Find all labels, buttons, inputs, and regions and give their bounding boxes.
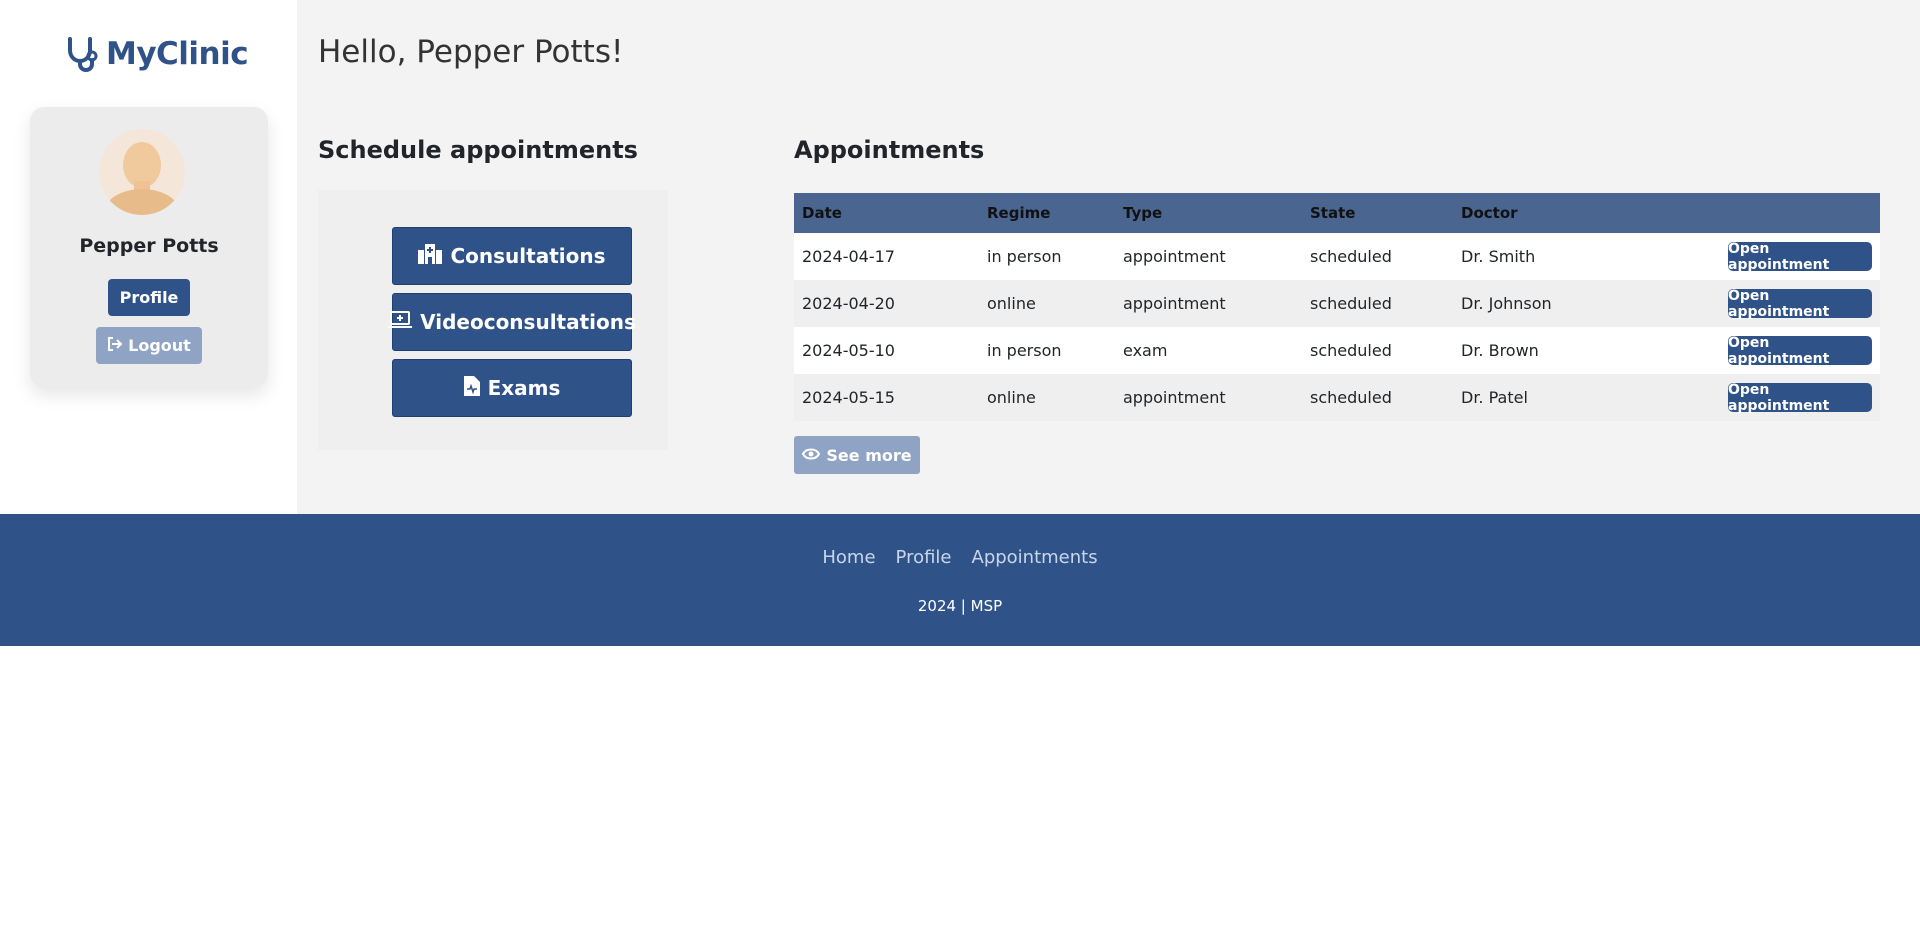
open-appointment-button[interactable]: Open appointment bbox=[1728, 335, 1872, 367]
stethoscope-icon bbox=[64, 36, 98, 72]
cell-state: scheduled bbox=[1302, 327, 1453, 374]
brand-logo[interactable]: MyClinic bbox=[64, 34, 249, 74]
cell-type: appointment bbox=[1115, 280, 1302, 327]
cell-regime: online bbox=[979, 280, 1115, 327]
column-header-type: Type bbox=[1115, 193, 1302, 233]
footer: Home Profile Appointments 2024 | MSP bbox=[0, 514, 1920, 646]
see-more-button[interactable]: See more bbox=[794, 436, 920, 474]
column-header-date: Date bbox=[794, 193, 979, 233]
cell-doctor: Dr. Brown bbox=[1453, 327, 1653, 374]
cell-action: Open appointment bbox=[1653, 327, 1880, 374]
column-header-action bbox=[1653, 193, 1880, 233]
table-row: 2024-05-10 in person exam scheduled Dr. … bbox=[794, 327, 1880, 374]
cell-action: Open appointment bbox=[1653, 280, 1880, 327]
consultations-label: Consultations bbox=[450, 244, 606, 268]
appointments-title: Appointments bbox=[794, 136, 985, 164]
cell-regime: in person bbox=[979, 233, 1115, 280]
cell-type: exam bbox=[1115, 327, 1302, 374]
footer-copyright: 2024 | MSP bbox=[917, 597, 1003, 615]
sign-out-icon bbox=[107, 336, 123, 355]
footer-link-appointments[interactable]: Appointments bbox=[972, 547, 1098, 568]
cell-doctor: Dr. Johnson bbox=[1453, 280, 1653, 327]
greeting-heading: Hello, Pepper Potts! bbox=[318, 34, 624, 70]
cell-date: 2024-05-10 bbox=[794, 327, 979, 374]
videoconsultations-button[interactable]: Videoconsultations bbox=[388, 293, 636, 351]
profile-card: Pepper Potts Profile Logout bbox=[30, 107, 268, 387]
hospital-icon bbox=[418, 243, 443, 269]
cell-doctor: Dr. Patel bbox=[1453, 374, 1653, 421]
cell-state: scheduled bbox=[1302, 233, 1453, 280]
file-medical-icon bbox=[463, 375, 480, 401]
cell-doctor: Dr. Smith bbox=[1453, 233, 1653, 280]
appointments-table: Date Regime Type State Doctor 2024-04-17… bbox=[794, 193, 1880, 421]
sidebar: MyClinic Pepper Potts Profile Logout bbox=[0, 0, 297, 514]
footer-link-profile[interactable]: Profile bbox=[896, 547, 952, 568]
table-row: 2024-04-17 in person appointment schedul… bbox=[794, 233, 1880, 280]
cell-regime: in person bbox=[979, 327, 1115, 374]
column-header-doctor: Doctor bbox=[1453, 193, 1653, 233]
brand-name: MyClinic bbox=[106, 36, 249, 72]
open-appointment-button[interactable]: Open appointment bbox=[1728, 241, 1872, 273]
logout-label: Logout bbox=[128, 336, 191, 355]
cell-type: appointment bbox=[1115, 374, 1302, 421]
cell-action: Open appointment bbox=[1653, 233, 1880, 280]
table-row: 2024-04-20 online appointment scheduled … bbox=[794, 280, 1880, 327]
cell-date: 2024-05-15 bbox=[794, 374, 979, 421]
column-header-state: State bbox=[1302, 193, 1453, 233]
laptop-medical-icon bbox=[388, 310, 413, 335]
cell-action: Open appointment bbox=[1653, 374, 1880, 421]
see-more-label: See more bbox=[826, 445, 912, 465]
videoconsultations-label: Videoconsultations bbox=[420, 310, 636, 334]
schedule-panel: Consultations Videoconsultations Exams bbox=[318, 190, 668, 450]
logout-button[interactable]: Logout bbox=[96, 327, 202, 364]
cell-date: 2024-04-20 bbox=[794, 280, 979, 327]
cell-regime: online bbox=[979, 374, 1115, 421]
user-name: Pepper Potts bbox=[79, 235, 219, 257]
profile-button[interactable]: Profile bbox=[108, 279, 190, 316]
consultations-button[interactable]: Consultations bbox=[392, 227, 632, 285]
exams-label: Exams bbox=[487, 376, 561, 400]
cell-state: scheduled bbox=[1302, 280, 1453, 327]
page: MyClinic Pepper Potts Profile Logout Hel… bbox=[0, 0, 1920, 945]
eye-icon bbox=[802, 446, 821, 465]
table-header-row: Date Regime Type State Doctor bbox=[794, 193, 1880, 233]
footer-nav: Home Profile Appointments bbox=[0, 547, 1920, 568]
main-content: Hello, Pepper Potts! Schedule appointmen… bbox=[297, 0, 1920, 514]
avatar bbox=[99, 129, 185, 215]
cell-date: 2024-04-17 bbox=[794, 233, 979, 280]
open-appointment-button[interactable]: Open appointment bbox=[1728, 288, 1872, 320]
open-appointment-button[interactable]: Open appointment bbox=[1728, 382, 1872, 414]
table-row: 2024-05-15 online appointment scheduled … bbox=[794, 374, 1880, 421]
cell-type: appointment bbox=[1115, 233, 1302, 280]
cell-state: scheduled bbox=[1302, 374, 1453, 421]
exams-button[interactable]: Exams bbox=[392, 359, 632, 417]
schedule-title: Schedule appointments bbox=[318, 136, 638, 164]
column-header-regime: Regime bbox=[979, 193, 1115, 233]
footer-link-home[interactable]: Home bbox=[822, 547, 875, 568]
